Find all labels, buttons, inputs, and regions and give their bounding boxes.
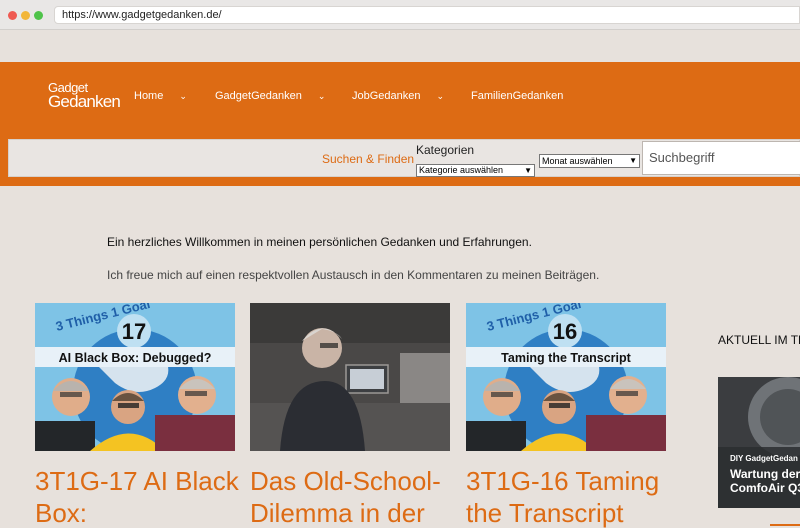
post-thumbnail[interactable] — [250, 303, 450, 451]
post-thumbnail[interactable]: 3 Things 1 Goal 17 AI Black Box: Debugge… — [35, 303, 235, 451]
nav-item-home[interactable]: Home ⌄ — [134, 90, 187, 102]
category-select-value: Kategorie auswählen — [419, 165, 504, 175]
month-select-value: Monat auswählen — [542, 156, 613, 166]
browser-chrome: https://www.gadgetgedanken.de/ — [0, 0, 800, 30]
post-title[interactable]: Das Old-School-Dilemma in der — [250, 465, 460, 528]
intro-text: Ich freue mich auf einen respektvollen A… — [107, 268, 600, 282]
search-label: Suchen & Finden — [322, 152, 415, 166]
post-thumbnail[interactable]: 3 Things 1 Goal 16 Taming the Transcript — [466, 303, 666, 451]
chevron-down-icon: ⌄ — [317, 90, 326, 101]
categories-label: Kategorien — [416, 143, 475, 157]
site-header: Gadget Gedanken Home ⌄ GadgetGedanken ⌄ … — [0, 62, 800, 186]
featured-post-title[interactable]: Wartung der ComfoAir Q3 — [730, 467, 800, 495]
address-bar[interactable]: https://www.gadgetgedanken.de/ — [54, 6, 800, 24]
post-thumbnail-image — [250, 303, 450, 451]
nav-item-label: FamilienGedanken — [471, 90, 564, 102]
featured-post-title-line2: ComfoAir Q3 — [730, 481, 800, 495]
category-select[interactable]: Kategorie auswählen ▼ — [416, 164, 535, 177]
chevron-down-icon: ▼ — [524, 166, 532, 175]
featured-post-title-line1: Wartung der — [730, 467, 800, 481]
post-thumbnail-image: 3 Things 1 Goal 16 Taming the Transcript — [466, 303, 666, 451]
thumb-badge: 17 — [122, 319, 146, 344]
chevron-down-icon: ▼ — [629, 156, 637, 165]
thumb-badge: 16 — [553, 319, 577, 344]
sidebar-heading: AKTUELL IM TR — [718, 333, 800, 347]
nav-item-familiengedanken[interactable]: FamilienGedanken — [471, 90, 563, 102]
nav-item-jobgedanken[interactable]: JobGedanken ⌄ — [352, 90, 444, 102]
thumb-banner: Taming the Transcript — [501, 351, 631, 365]
post-title[interactable]: 3T1G-16 Taming the Transcript — [466, 465, 676, 528]
site-logo[interactable]: Gadget Gedanken — [48, 81, 121, 112]
post-card[interactable]: 3 Things 1 Goal 16 Taming the Transcript… — [466, 303, 666, 528]
minimize-window-icon[interactable] — [21, 11, 30, 20]
post-card[interactable]: Das Old-School-Dilemma in der — [250, 303, 450, 528]
chevron-down-icon: ⌄ — [179, 90, 187, 101]
welcome-text: Ein herzliches Willkommen in meinen pers… — [107, 235, 532, 249]
nav-item-label: JobGedanken — [352, 90, 421, 102]
post-card[interactable]: 3 Things 1 Goal 17 AI Black Box: Debugge… — [35, 303, 239, 528]
nav-item-gadgetgedanken[interactable]: GadgetGedanken ⌄ — [215, 90, 325, 102]
logo-line2: Gedanken — [48, 92, 121, 111]
close-window-icon[interactable] — [8, 11, 17, 20]
search-bar: Suchen & Finden Kategorien Kategorie aus… — [8, 139, 800, 177]
divider — [770, 524, 800, 526]
search-input[interactable]: Suchbegriff — [642, 141, 800, 175]
maximize-window-icon[interactable] — [34, 11, 43, 20]
featured-post-tags[interactable]: DIY GadgetGedan — [730, 454, 798, 463]
month-select[interactable]: Monat auswählen ▼ — [539, 154, 640, 168]
nav-item-label: GadgetGedanken — [215, 90, 302, 102]
thumb-banner: AI Black Box: Debugged? — [59, 351, 212, 365]
post-title[interactable]: 3T1G-17 AI Black Box: — [35, 465, 245, 528]
chevron-down-icon: ⌄ — [436, 90, 445, 101]
post-thumbnail-image: 3 Things 1 Goal 17 AI Black Box: Debugge… — [35, 303, 235, 451]
featured-post-card[interactable]: DIY GadgetGedan Wartung der ComfoAir Q3 — [718, 377, 800, 508]
nav-item-label: Home — [134, 90, 164, 102]
